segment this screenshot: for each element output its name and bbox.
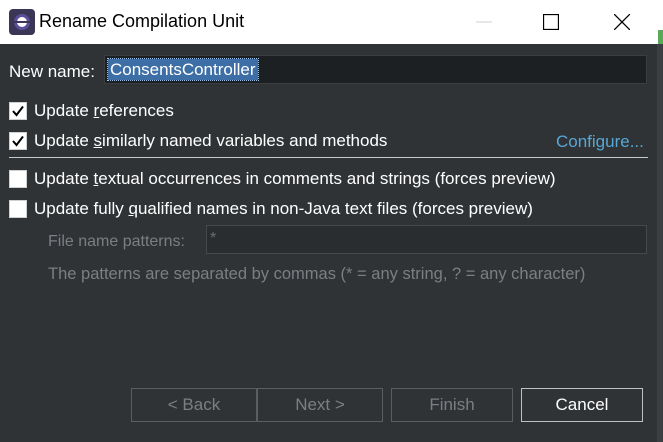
file-patterns-value: * xyxy=(210,230,217,247)
window-title: Rename Compilation Unit xyxy=(39,11,245,31)
close-icon xyxy=(614,14,630,30)
new-name-label: New name: xyxy=(9,62,95,81)
file-patterns-label: File name patterns: xyxy=(48,233,185,250)
update-qualified-names-checkbox[interactable] xyxy=(9,200,27,218)
title-bar: Rename Compilation Unit xyxy=(0,0,663,44)
update-similar-names-label: Update similarly named variables and met… xyxy=(34,131,388,150)
back-button[interactable]: < Back xyxy=(131,388,257,422)
window-border xyxy=(657,44,663,442)
checkmark-icon xyxy=(12,135,24,147)
update-textual-occurrences-checkbox[interactable] xyxy=(9,170,27,188)
cancel-button[interactable]: Cancel xyxy=(521,388,643,422)
new-name-input[interactable]: ConsentsController xyxy=(104,55,647,84)
patterns-hint: The patterns are separated by commas (* … xyxy=(48,265,586,283)
update-references-label: Update references xyxy=(34,101,174,120)
eclipse-icon xyxy=(9,9,35,35)
maximize-icon xyxy=(543,14,559,30)
update-qualified-names-label: Update fully qualified names in non-Java… xyxy=(34,199,533,218)
file-patterns-input[interactable]: * xyxy=(206,225,647,254)
separator xyxy=(9,157,648,158)
configure-link[interactable]: Configure... xyxy=(556,132,644,152)
close-button[interactable] xyxy=(592,0,652,44)
minimize-icon xyxy=(476,21,492,23)
background-window-edge xyxy=(658,30,663,44)
next-button[interactable]: Next > xyxy=(257,388,383,422)
minimize-button[interactable] xyxy=(454,0,514,44)
finish-button[interactable]: Finish xyxy=(391,388,513,422)
maximize-button[interactable] xyxy=(521,0,581,44)
update-textual-occurrences-label: Update textual occurrences in comments a… xyxy=(34,169,556,188)
new-name-value: ConsentsController xyxy=(107,58,259,81)
update-similar-names-checkbox[interactable] xyxy=(9,132,27,150)
checkmark-icon xyxy=(12,105,24,117)
update-references-checkbox[interactable] xyxy=(9,102,27,120)
